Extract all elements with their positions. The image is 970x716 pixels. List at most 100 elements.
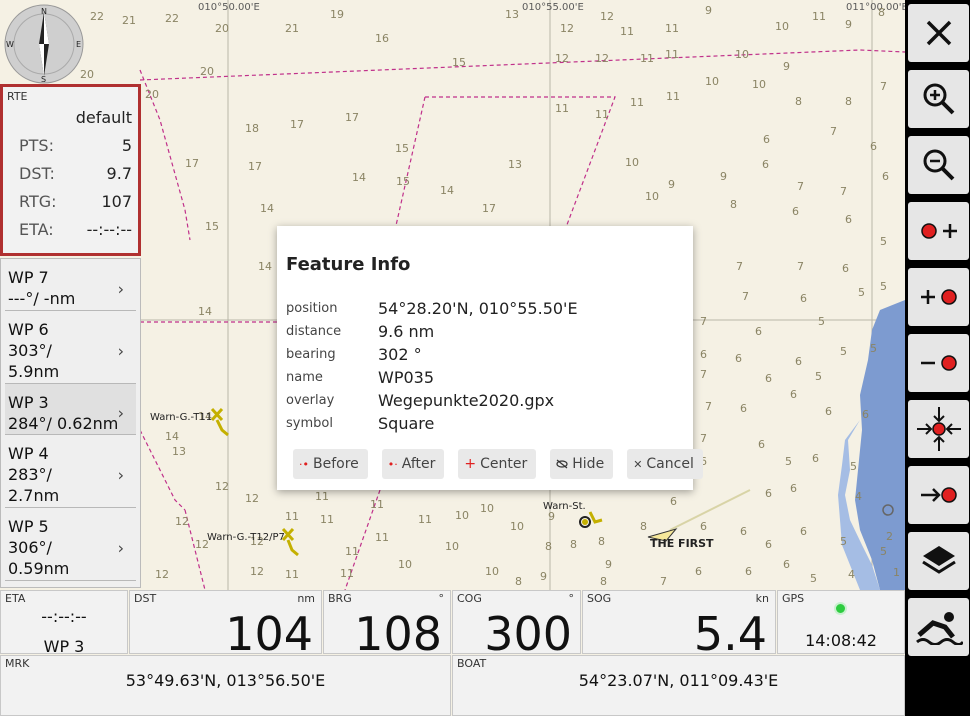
hide-button[interactable]: Hide: [550, 449, 614, 479]
svg-text:5: 5: [840, 535, 847, 548]
remove-waypoint-button[interactable]: [908, 334, 969, 392]
route-value: 107: [101, 192, 132, 211]
before-label: Before: [313, 456, 359, 472]
goto-marker-button[interactable]: [908, 466, 969, 524]
center-label: Center: [480, 456, 528, 472]
field-key: distance: [286, 324, 342, 339]
brg-panel[interactable]: BRG ° 108: [323, 590, 451, 657]
dst-panel[interactable]: DST nm 104: [129, 590, 322, 657]
set-marker-button[interactable]: [908, 202, 969, 260]
waypoint-distance: 5.9nm: [8, 362, 60, 381]
lon-label-2: 010°55.00'E: [522, 2, 584, 13]
svg-text:20: 20: [200, 65, 214, 78]
svg-text:15: 15: [452, 56, 466, 69]
svg-text:18: 18: [245, 122, 259, 135]
waypoint-item-wp5[interactable]: WP 5 306°/ 0.59nm ›: [5, 508, 136, 581]
close-button[interactable]: [908, 4, 969, 62]
after-button[interactable]: •· After: [381, 449, 445, 479]
zoom-in-button[interactable]: [908, 70, 969, 128]
center-button[interactable]: + Center: [458, 449, 537, 479]
svg-text:10: 10: [705, 75, 719, 88]
hide-label: Hide: [572, 456, 605, 472]
svg-text:5: 5: [810, 572, 817, 585]
svg-text:12: 12: [600, 10, 614, 23]
svg-text:19: 19: [330, 8, 344, 21]
after-label: After: [401, 456, 436, 472]
svg-text:12: 12: [250, 565, 264, 578]
before-button[interactable]: ·• Before: [293, 449, 368, 479]
sog-panel[interactable]: SOG kn 5.4: [582, 590, 776, 657]
eta-label: ETA: [5, 592, 26, 605]
svg-text:9: 9: [605, 558, 612, 571]
eta-panel[interactable]: ETA --:--:-- WP 3: [0, 590, 128, 656]
layers-button[interactable]: [908, 532, 969, 590]
warn-station-icon: [579, 511, 603, 528]
waypoint-item-wp4[interactable]: WP 4 283°/ 2.7nm ›: [5, 435, 136, 508]
svg-text:6: 6: [765, 487, 772, 500]
waypoint-item-wp7[interactable]: WP 7 ---°/ -nm ›: [5, 259, 136, 311]
svg-text:12: 12: [155, 568, 169, 581]
svg-text:14: 14: [198, 305, 212, 318]
svg-text:11: 11: [285, 568, 299, 581]
svg-text:11: 11: [320, 513, 334, 526]
svg-text:6: 6: [862, 408, 869, 421]
route-key: RTG:: [19, 192, 57, 211]
field-key: position: [286, 301, 338, 316]
svg-text:8: 8: [878, 6, 885, 19]
boat-panel[interactable]: BOAT 54°23.07'N, 011°09.43'E: [452, 655, 905, 716]
svg-text:8: 8: [515, 575, 522, 588]
waypoint-item-wp6[interactable]: WP 6 303°/ 5.9nm ›: [5, 311, 136, 384]
cog-panel[interactable]: COG ° 300: [452, 590, 581, 657]
zoom-out-button[interactable]: [908, 136, 969, 194]
cancel-button[interactable]: ✕ Cancel: [627, 449, 703, 479]
svg-text:11: 11: [640, 52, 654, 65]
svg-text:13: 13: [508, 158, 522, 171]
gps-panel[interactable]: GPS 14:08:42: [777, 590, 905, 654]
boat-position: 54°23.07'N, 011°09.43'E: [578, 671, 779, 690]
svg-text:15: 15: [395, 142, 409, 155]
center-marker-button[interactable]: [908, 400, 969, 458]
svg-text:10: 10: [398, 558, 412, 571]
field-value: Wegepunkte2020.gpx: [378, 391, 555, 410]
svg-text:6: 6: [740, 402, 747, 415]
mark-label-warn-st: Warn-St.: [543, 501, 586, 512]
dialog-title: Feature Info: [286, 254, 411, 275]
field-value: 302 °: [378, 345, 422, 364]
svg-text:14: 14: [258, 260, 272, 273]
svg-text:10: 10: [480, 502, 494, 515]
svg-text:9: 9: [720, 170, 727, 183]
dst-label: DST: [134, 592, 157, 605]
mrk-panel[interactable]: MRK 53°49.63'N, 013°56.50'E: [0, 655, 451, 716]
waypoint-name: WP 5: [8, 517, 49, 536]
svg-text:17: 17: [345, 111, 359, 124]
svg-text:8: 8: [640, 520, 647, 533]
route-key: ETA:: [19, 220, 54, 239]
svg-text:7: 7: [880, 80, 887, 93]
svg-text:16: 16: [375, 32, 389, 45]
zoom-in-icon: [923, 83, 954, 115]
chevron-right-icon: ›: [117, 341, 124, 361]
add-waypoint-button[interactable]: [908, 268, 969, 326]
insert-after-icon: •·: [387, 457, 398, 471]
compass-rose-icon[interactable]: N S E W: [4, 4, 84, 84]
svg-text:7: 7: [797, 180, 804, 193]
waypoint-list[interactable]: WP 7 ---°/ -nm › WP 6 303°/ 5.9nm › WP 3…: [0, 258, 141, 588]
route-value: 9.7: [106, 164, 132, 183]
route-panel-title: RTE: [7, 90, 28, 103]
route-panel[interactable]: RTE default PTS: 5 DST: 9.7 RTG: 107 ETA…: [0, 84, 141, 256]
close-icon: [926, 20, 951, 46]
cog-label: COG: [457, 592, 482, 605]
svg-text:6: 6: [735, 352, 742, 365]
layers-icon: [921, 546, 956, 574]
svg-text:10: 10: [735, 48, 749, 61]
mrk-position: 53°49.63'N, 013°56.50'E: [125, 671, 326, 690]
compass-n: N: [41, 7, 47, 16]
waypoint-item-wp3[interactable]: WP 3 284°/ 0.62nm ›: [5, 384, 136, 435]
anchor-watch-button[interactable]: [908, 598, 969, 656]
svg-text:9: 9: [705, 4, 712, 17]
lon-label-1: 010°50.00'E: [198, 2, 260, 13]
mrk-label: MRK: [5, 657, 30, 670]
svg-text:11: 11: [665, 22, 679, 35]
svg-text:13: 13: [172, 445, 186, 458]
svg-text:11: 11: [340, 567, 354, 580]
